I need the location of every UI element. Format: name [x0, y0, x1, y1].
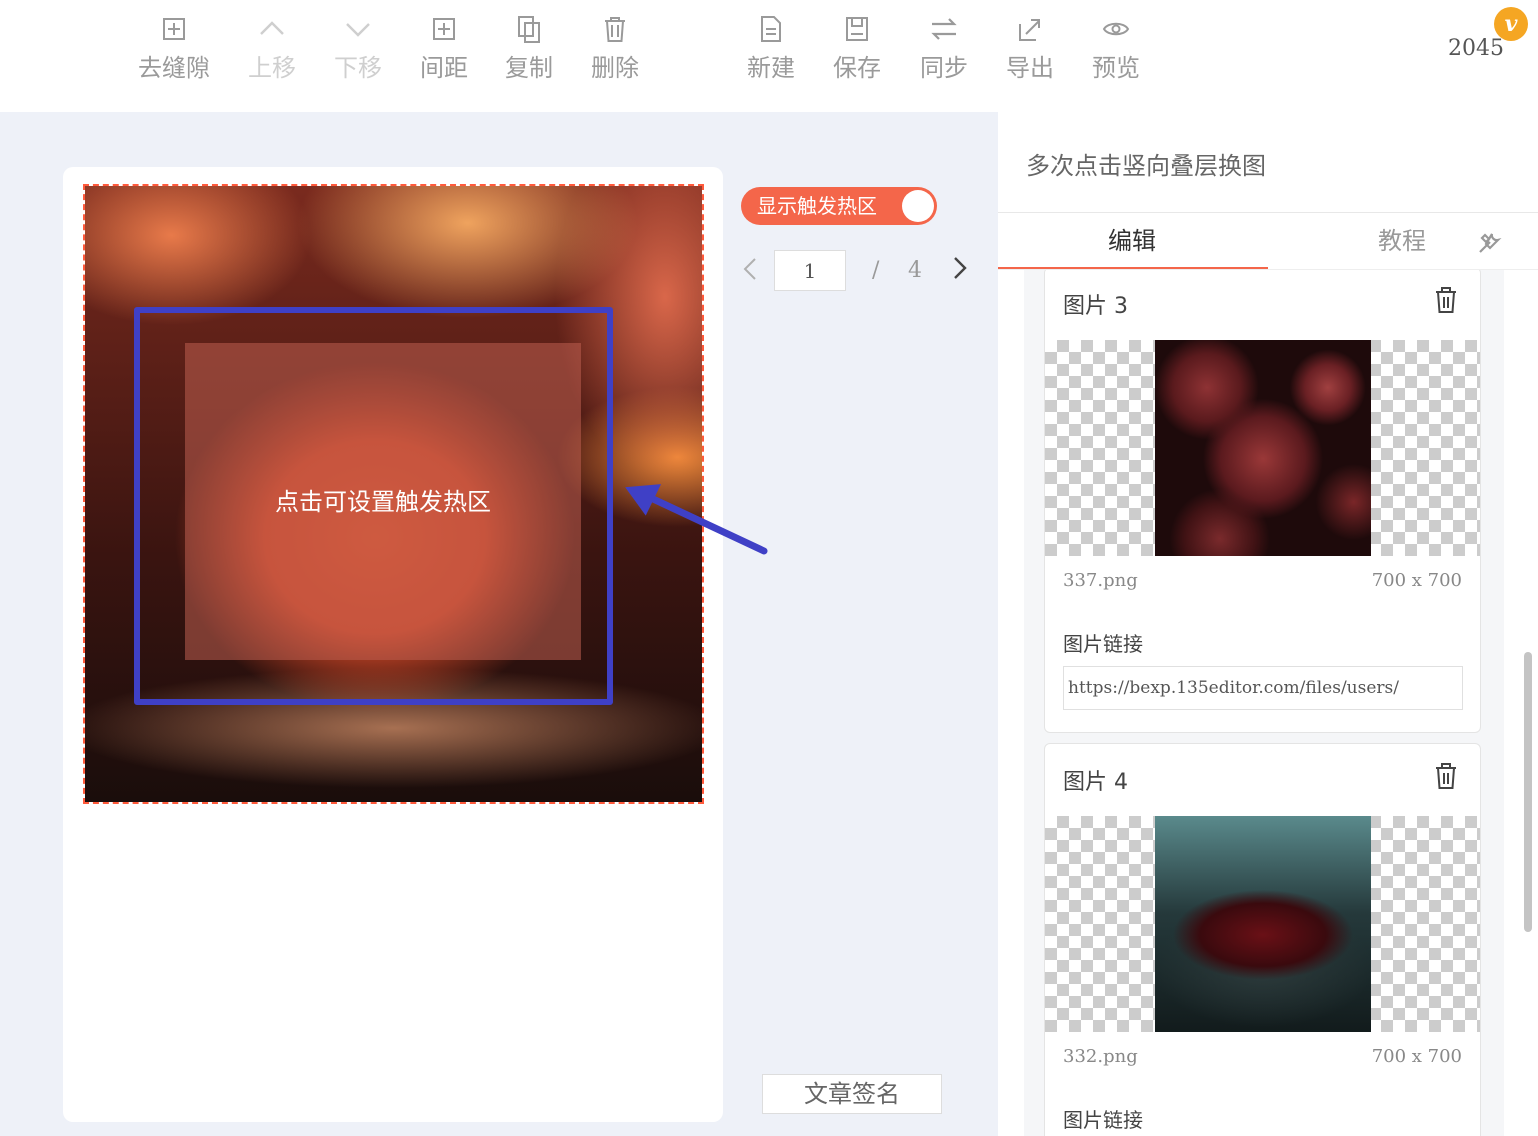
toggle-label: 显示触发热区 — [757, 194, 877, 218]
show-hotzone-toggle[interactable]: 显示触发热区 — [741, 187, 937, 225]
preview-button[interactable]: 预览 — [1071, 14, 1161, 82]
spacing-button[interactable]: 间距 — [399, 14, 489, 82]
new-button[interactable]: 新建 — [726, 14, 816, 82]
new-file-icon — [761, 16, 781, 42]
prev-page-button[interactable] — [740, 256, 760, 289]
delete-label: 删除 — [591, 54, 639, 82]
export-button[interactable]: 导出 — [985, 14, 1075, 82]
sync-label: 同步 — [920, 54, 968, 82]
trash-icon[interactable] — [1434, 286, 1458, 314]
page-number-input[interactable]: 1 — [774, 250, 846, 291]
image-card: 图片 3 337.png 700 x 700 图片链接 https://bexp… — [1044, 270, 1481, 733]
image-card-title: 图片 3 — [1063, 294, 1128, 319]
tab-tutorial[interactable]: 教程 — [1378, 226, 1426, 256]
preview-label: 预览 — [1092, 54, 1140, 82]
image-link-label: 图片链接 — [1063, 1108, 1143, 1132]
image-link-input[interactable]: https://bexp.135editor.com/files/users/ — [1063, 666, 1463, 710]
delete-button[interactable]: 删除 — [570, 14, 660, 82]
next-page-button[interactable] — [950, 254, 970, 289]
chevron-down-icon — [346, 23, 370, 37]
toggle-knob — [902, 190, 934, 222]
copy-button[interactable]: 复制 — [484, 14, 574, 82]
image-filename: 332.png — [1063, 1046, 1138, 1067]
save-icon — [846, 17, 868, 41]
annotation-rectangle — [134, 307, 613, 705]
new-label: 新建 — [747, 54, 795, 82]
tab-edit[interactable]: 编辑 — [1108, 226, 1156, 256]
save-label: 保存 — [833, 54, 881, 82]
panel-title: 多次点击竖向叠层换图 — [1026, 152, 1266, 180]
move-down-button[interactable]: 下移 — [313, 14, 403, 82]
settings-panel: 多次点击竖向叠层换图 编辑 教程 图片 3 337.png 700 x 700 … — [998, 112, 1538, 1136]
eye-icon — [1102, 22, 1130, 36]
trash-icon[interactable] — [1434, 762, 1458, 790]
save-button[interactable]: 保存 — [812, 14, 902, 82]
image-thumbnail[interactable] — [1045, 340, 1480, 556]
page-total: 4 — [908, 258, 922, 283]
trash-icon — [605, 17, 625, 42]
image-thumbnail[interactable] — [1045, 816, 1480, 1032]
chevron-up-icon — [260, 21, 284, 35]
article-signature-button[interactable]: 文章签名 — [762, 1074, 942, 1114]
export-icon — [1019, 19, 1040, 41]
image-dimensions: 700 x 700 — [1371, 570, 1462, 591]
chevron-right-icon — [954, 257, 967, 279]
sync-icon — [931, 18, 957, 40]
annotation-arrow — [625, 484, 768, 555]
version-number: 2045 — [1448, 36, 1504, 61]
move-down-label: 下移 — [334, 54, 382, 82]
cherries-photo — [1155, 816, 1371, 1032]
copy-icon — [518, 16, 540, 43]
image-card-title: 图片 4 — [1063, 770, 1128, 795]
spacing-icon — [433, 18, 455, 40]
remove-gap-label: 去缝隙 — [138, 54, 210, 82]
plums-photo — [1155, 340, 1371, 556]
image-link-label: 图片链接 — [1063, 632, 1143, 656]
panel-scrollbar[interactable] — [1524, 652, 1532, 932]
copy-label: 复制 — [505, 54, 553, 82]
divider — [998, 212, 1538, 213]
gap-icon — [163, 18, 185, 40]
page-separator: / — [872, 258, 880, 283]
remove-gap-button[interactable]: 去缝隙 — [129, 14, 219, 82]
spacing-label: 间距 — [420, 54, 468, 82]
move-up-label: 上移 — [248, 54, 296, 82]
toolbar: 去缝隙 上移 下移 间距 复制 删除 新建 保存 同步 导出 预览 v 2045 — [0, 0, 1538, 112]
move-up-button[interactable]: 上移 — [227, 14, 317, 82]
tools-icon[interactable] — [1476, 230, 1502, 256]
chevron-left-icon — [743, 258, 756, 280]
export-label: 导出 — [1006, 54, 1054, 82]
sync-button[interactable]: 同步 — [899, 14, 989, 82]
image-filename: 337.png — [1063, 570, 1138, 591]
image-dimensions: 700 x 700 — [1371, 1046, 1462, 1067]
image-card: 图片 4 332.png 700 x 700 图片链接 — [1044, 743, 1481, 1136]
image-list: 图片 3 337.png 700 x 700 图片链接 https://bexp… — [1024, 270, 1504, 1136]
